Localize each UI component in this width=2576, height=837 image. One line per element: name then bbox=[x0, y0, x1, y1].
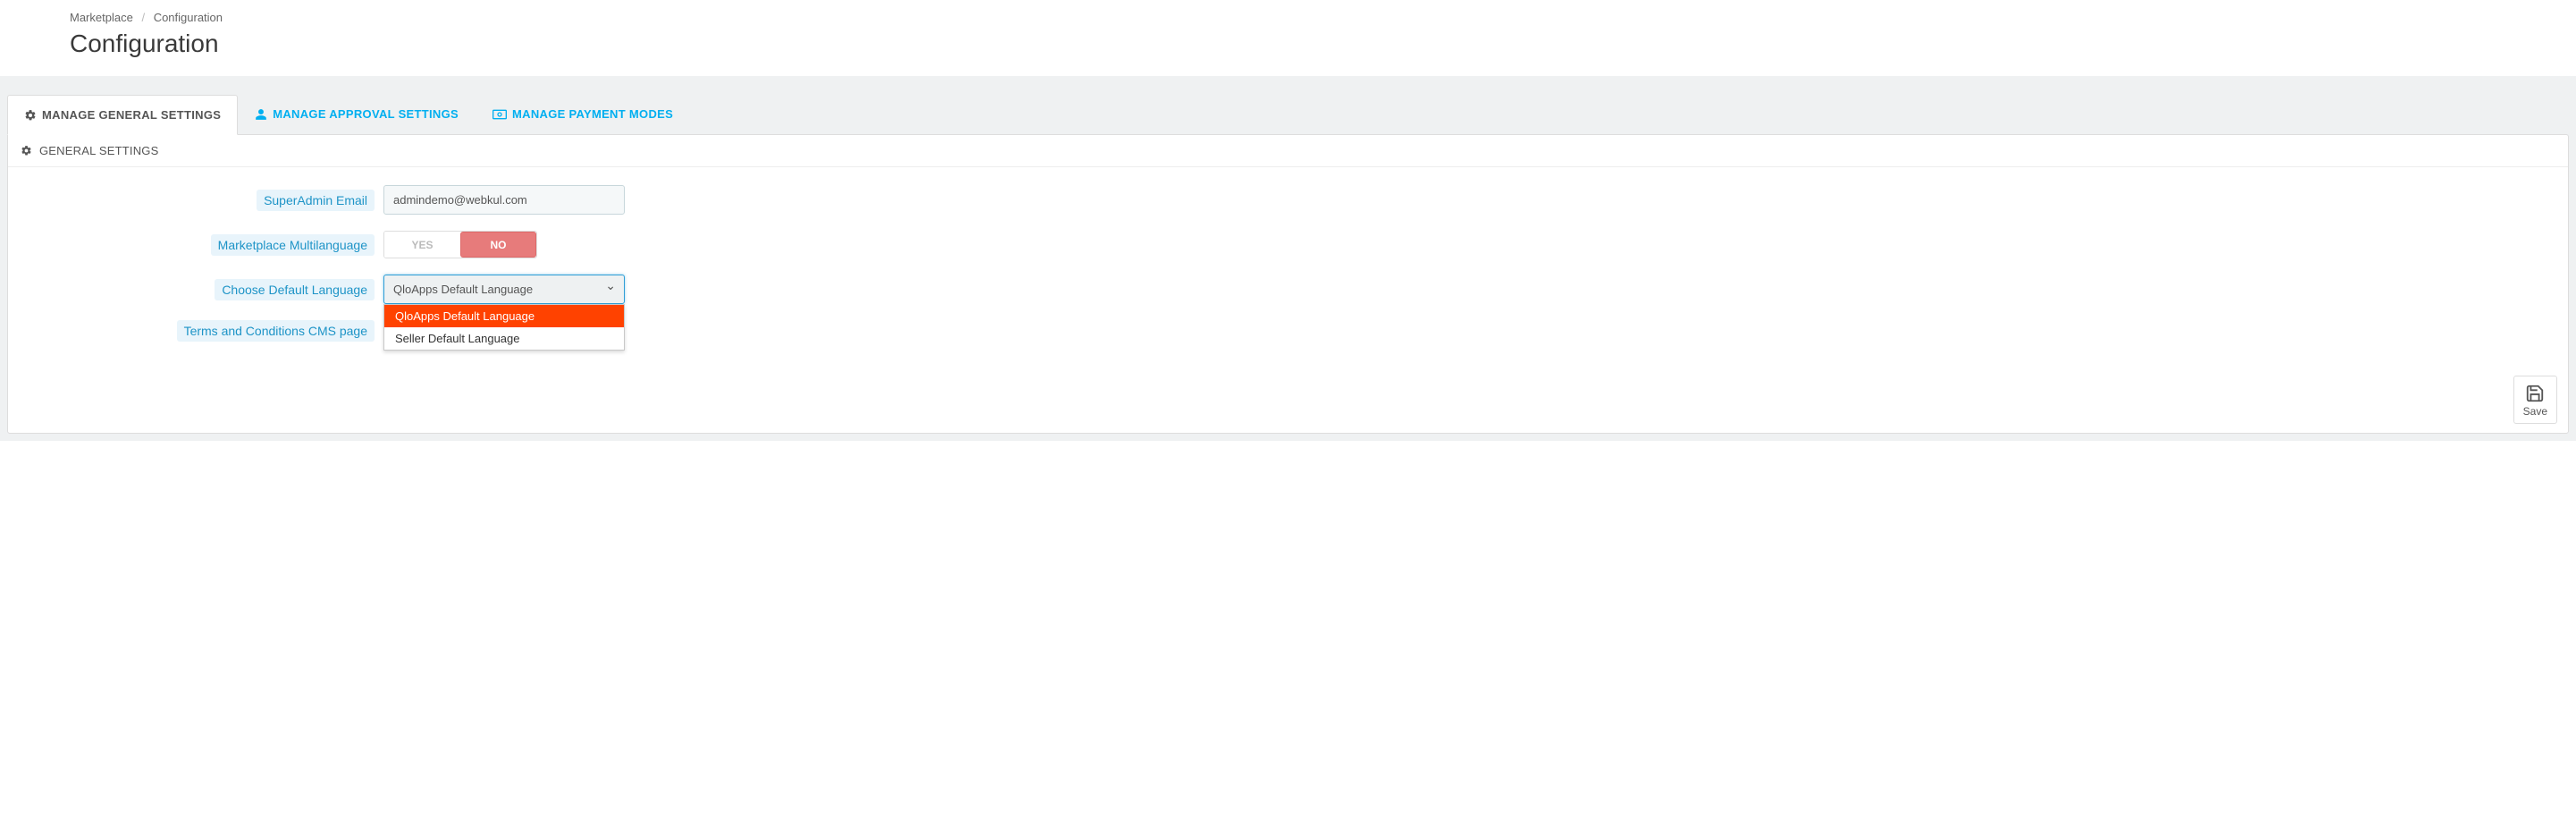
settings-panel: GENERAL SETTINGS SuperAdmin Email Market… bbox=[7, 134, 2569, 434]
dropdown-option-seller[interactable]: Seller Default Language bbox=[384, 327, 624, 350]
breadcrumb-root[interactable]: Marketplace bbox=[70, 11, 133, 24]
breadcrumb-current: Configuration bbox=[154, 11, 223, 24]
default-language-dropdown: QloApps Default Language Seller Default … bbox=[383, 304, 625, 351]
superadmin-email-input[interactable] bbox=[383, 185, 625, 215]
label-superadmin-email: SuperAdmin Email bbox=[257, 190, 375, 211]
money-icon bbox=[492, 108, 507, 121]
save-button-label: Save bbox=[2523, 405, 2547, 418]
label-multilanguage: Marketplace Multilanguage bbox=[211, 234, 375, 256]
tab-payment-modes[interactable]: MANAGE PAYMENT MODES bbox=[476, 94, 690, 134]
panel-heading-text: GENERAL SETTINGS bbox=[39, 144, 158, 157]
dropdown-option-qloapps[interactable]: QloApps Default Language bbox=[384, 305, 624, 327]
panel-heading: GENERAL SETTINGS bbox=[8, 135, 2568, 167]
label-default-language: Choose Default Language bbox=[215, 279, 375, 300]
save-icon bbox=[2525, 384, 2545, 403]
save-button[interactable]: Save bbox=[2513, 376, 2557, 424]
cogs-icon bbox=[24, 109, 37, 122]
label-terms-cms: Terms and Conditions CMS page bbox=[177, 320, 375, 342]
default-language-select[interactable]: QloApps Default Language bbox=[383, 275, 625, 304]
tab-general-settings[interactable]: MANAGE GENERAL SETTINGS bbox=[7, 95, 238, 135]
page-title: Configuration bbox=[70, 30, 2506, 58]
tabs: MANAGE GENERAL SETTINGS MANAGE APPROVAL … bbox=[7, 94, 2569, 134]
tab-approval-settings[interactable]: MANAGE APPROVAL SETTINGS bbox=[238, 94, 476, 134]
gear-icon bbox=[21, 145, 32, 156]
toggle-no-button[interactable]: NO bbox=[460, 232, 536, 258]
breadcrumb-separator: / bbox=[141, 11, 145, 24]
tab-label: MANAGE PAYMENT MODES bbox=[512, 107, 673, 121]
tab-label: MANAGE GENERAL SETTINGS bbox=[42, 108, 221, 122]
toggle-yes-button[interactable]: YES bbox=[384, 232, 460, 258]
multilanguage-toggle: YES NO bbox=[383, 231, 537, 258]
breadcrumb: Marketplace / Configuration bbox=[70, 11, 2506, 24]
user-icon bbox=[255, 108, 267, 121]
tab-label: MANAGE APPROVAL SETTINGS bbox=[273, 107, 459, 121]
